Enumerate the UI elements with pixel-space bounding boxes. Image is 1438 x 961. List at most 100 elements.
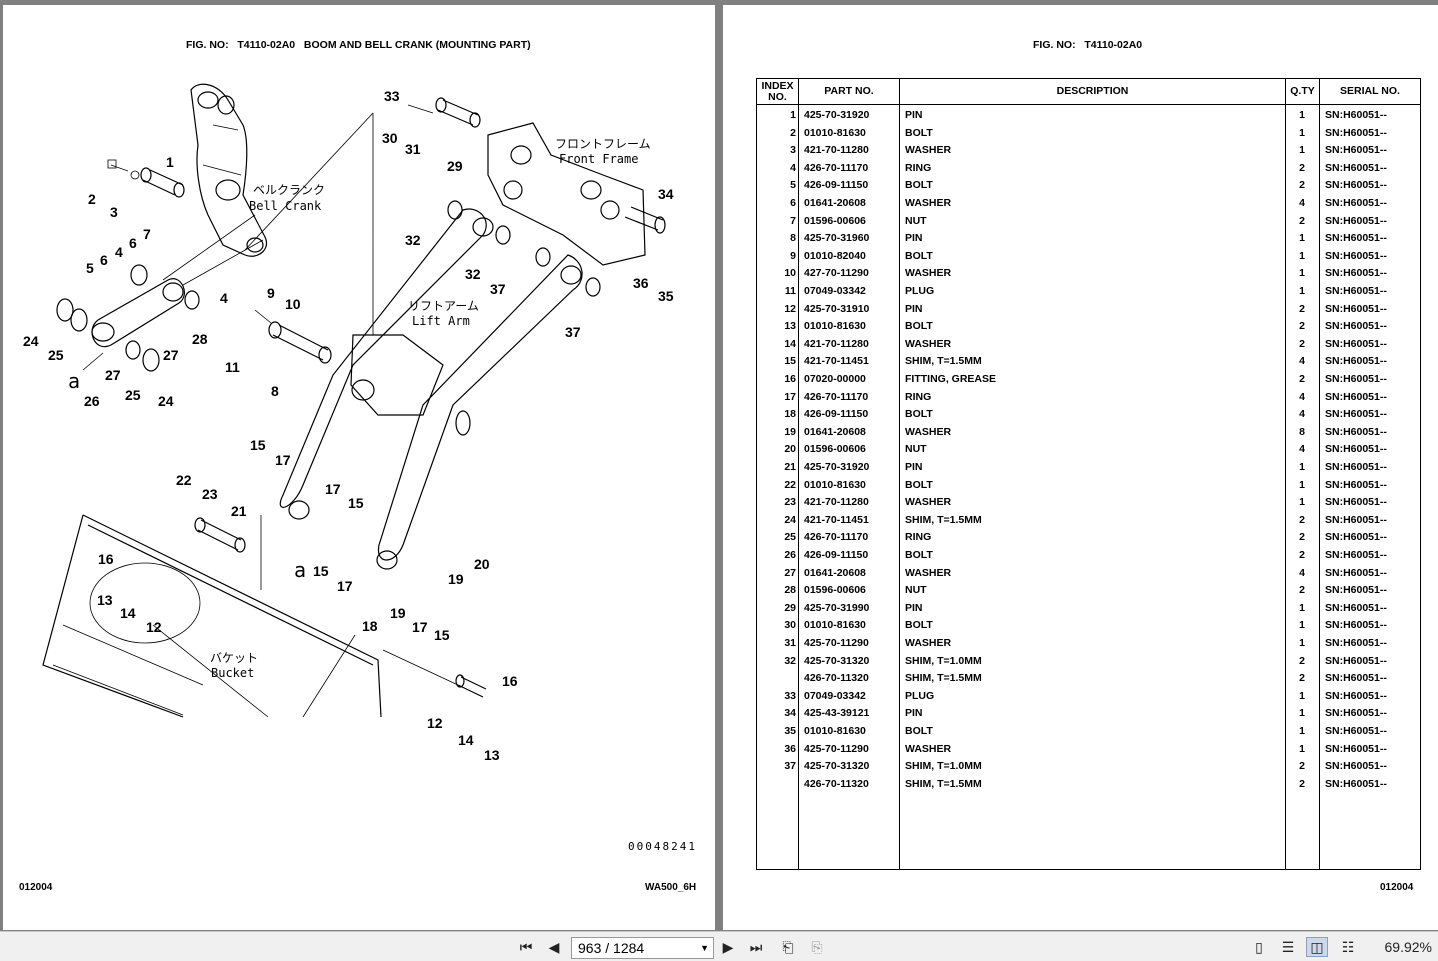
part-no-cell: 01010-81630 <box>804 725 866 737</box>
description-cell: BOLT <box>905 179 933 192</box>
index-cell: 11 <box>784 285 796 297</box>
serial-cell: SN:H60051-- <box>1325 197 1387 209</box>
callout-24: 24 <box>23 333 39 349</box>
table-row: 17 426-70-11170 RING 4 SN:H60051-- <box>757 389 1420 407</box>
serial-cell: SN:H60051-- <box>1325 725 1387 737</box>
table-row: 19 01641-20608 WASHER 8 SN:H60051-- <box>757 424 1420 442</box>
chevron-down-icon[interactable]: ▼ <box>700 938 709 958</box>
bucket-drawing <box>42 514 487 718</box>
col-header-serial: SERIAL NO. <box>1320 79 1420 105</box>
callout-14: 14 <box>120 605 136 621</box>
qty-cell: 2 <box>1299 513 1305 526</box>
serial-cell: SN:H60051-- <box>1325 601 1387 614</box>
index-cell: 21 <box>784 461 796 473</box>
part-no-cell: 425-70-31320 <box>804 760 870 773</box>
description-cell: PIN <box>905 232 923 245</box>
part-no-cell: 425-70-31320 <box>804 654 870 667</box>
callout-1: 1 <box>166 154 174 170</box>
qty-cell: 1 <box>1299 601 1305 614</box>
index-cell: 6 <box>790 197 796 209</box>
description-cell: PLUG <box>905 285 935 297</box>
serial-cell: SN:H60051-- <box>1325 637 1387 649</box>
part-no-cell: 07020-00000 <box>804 373 866 385</box>
table-row: 10 427-70-11290 WASHER 1 SN:H60051-- <box>757 265 1420 283</box>
serial-cell: SN:H60051-- <box>1325 689 1387 702</box>
table-row: 11 07049-03342 PLUG 1 SN:H60051-- <box>757 283 1420 301</box>
zoom-level[interactable]: 69.92% <box>1385 939 1432 955</box>
index-cell: 34 <box>784 707 796 720</box>
page-number-field[interactable]: 963 / 1284 ▼ <box>571 937 714 959</box>
serial-cell: SN:H60051-- <box>1325 161 1387 174</box>
serial-cell: SN:H60051-- <box>1325 144 1387 157</box>
serial-cell: SN:H60051-- <box>1325 373 1387 385</box>
next-page-icon[interactable]: ▶ <box>717 937 739 957</box>
callout-24b: 24 <box>158 393 174 409</box>
index-cell: 27 <box>784 566 796 579</box>
description-cell: SHIM, T=1.5MM <box>905 777 982 790</box>
index-cell: 16 <box>784 373 796 385</box>
single-page-icon[interactable]: ▯ <box>1248 937 1270 957</box>
index-cell: 35 <box>784 725 796 737</box>
callout-15b: 15 <box>348 495 364 511</box>
description-cell: BOLT <box>905 478 933 491</box>
prev-page-icon[interactable]: ◀ <box>543 937 565 957</box>
serial-cell: SN:H60051-- <box>1325 214 1387 227</box>
callout-37b: 37 <box>565 324 581 340</box>
part-no-cell: 426-70-11320 <box>804 777 869 790</box>
index-cell: 13 <box>784 320 796 333</box>
table-row: 31 425-70-11290 WASHER 1 SN:H60051-- <box>757 635 1420 653</box>
qty-cell: 2 <box>1299 654 1305 667</box>
bell-crank-link-drawing <box>56 214 264 372</box>
callout-12b: 12 <box>427 715 443 731</box>
table-row: 12 425-70-31910 PIN 2 SN:H60051-- <box>757 301 1420 319</box>
index-cell: 19 <box>784 425 796 438</box>
description-cell: RING <box>905 161 932 174</box>
callout-27: 27 <box>105 367 121 383</box>
part-no-cell: 421-70-11280 <box>804 144 869 157</box>
description-cell: BOLT <box>905 619 933 632</box>
qty-cell: 1 <box>1299 249 1305 262</box>
callout-36: 36 <box>633 275 649 291</box>
description-cell: WASHER <box>905 637 952 649</box>
serial-cell: SN:H60051-- <box>1325 654 1387 667</box>
last-page-icon[interactable]: ⏭ <box>745 937 767 957</box>
serial-cell: SN:H60051-- <box>1325 584 1387 597</box>
model-code: WA500_6H <box>645 882 697 893</box>
qty-cell: 2 <box>1299 214 1305 227</box>
callout-17b: 17 <box>325 481 341 497</box>
part-no-cell: 426-09-11150 <box>804 549 869 561</box>
part-no-cell: 426-70-11320 <box>804 672 869 685</box>
serial-cell: SN:H60051-- <box>1325 478 1387 491</box>
index-cell: 7 <box>790 214 796 227</box>
table-row: 35 01010-81630 BOLT 1 SN:H60051-- <box>757 723 1420 741</box>
table-row: 4 426-70-11170 RING 2 SN:H60051-- <box>757 160 1420 178</box>
table-row: 22 01010-81630 BOLT 1 SN:H60051-- <box>757 477 1420 495</box>
description-cell: BOLT <box>905 725 933 737</box>
qty-cell: 1 <box>1299 285 1305 297</box>
part-no-cell: 425-70-31910 <box>804 302 870 315</box>
callout-31: 31 <box>405 141 421 157</box>
first-page-icon[interactable]: ⏮ <box>515 937 537 957</box>
part-no-cell: 01596-00606 <box>804 443 866 456</box>
continuous-icon[interactable]: ☰ <box>1277 937 1299 957</box>
go-forward-icon[interactable]: ⎘ <box>806 937 828 957</box>
index-cell: 32 <box>784 654 796 667</box>
callout-15c: 15 <box>313 563 329 579</box>
facing-continuous-icon[interactable]: ☷ <box>1337 937 1359 957</box>
facing-icon[interactable]: ◫ <box>1306 937 1328 957</box>
callout-29: 29 <box>447 158 463 174</box>
part-no-cell: 425-70-31920 <box>804 109 870 121</box>
description-cell: PIN <box>905 707 923 720</box>
callout-6b: 6 <box>129 235 137 251</box>
description-cell: NUT <box>905 443 927 456</box>
right-page-code: 012004 <box>1380 882 1414 893</box>
callout-16b: 16 <box>502 673 518 689</box>
go-back-icon[interactable]: ⎗ <box>777 937 799 957</box>
callout-23: 23 <box>202 486 218 502</box>
callout-13: 13 <box>97 592 113 608</box>
qty-cell: 2 <box>1299 549 1305 561</box>
callout-20: 20 <box>474 556 490 572</box>
callout-6: 6 <box>100 252 108 268</box>
serial-cell: SN:H60051-- <box>1325 549 1387 561</box>
index-cell: 23 <box>784 496 796 509</box>
